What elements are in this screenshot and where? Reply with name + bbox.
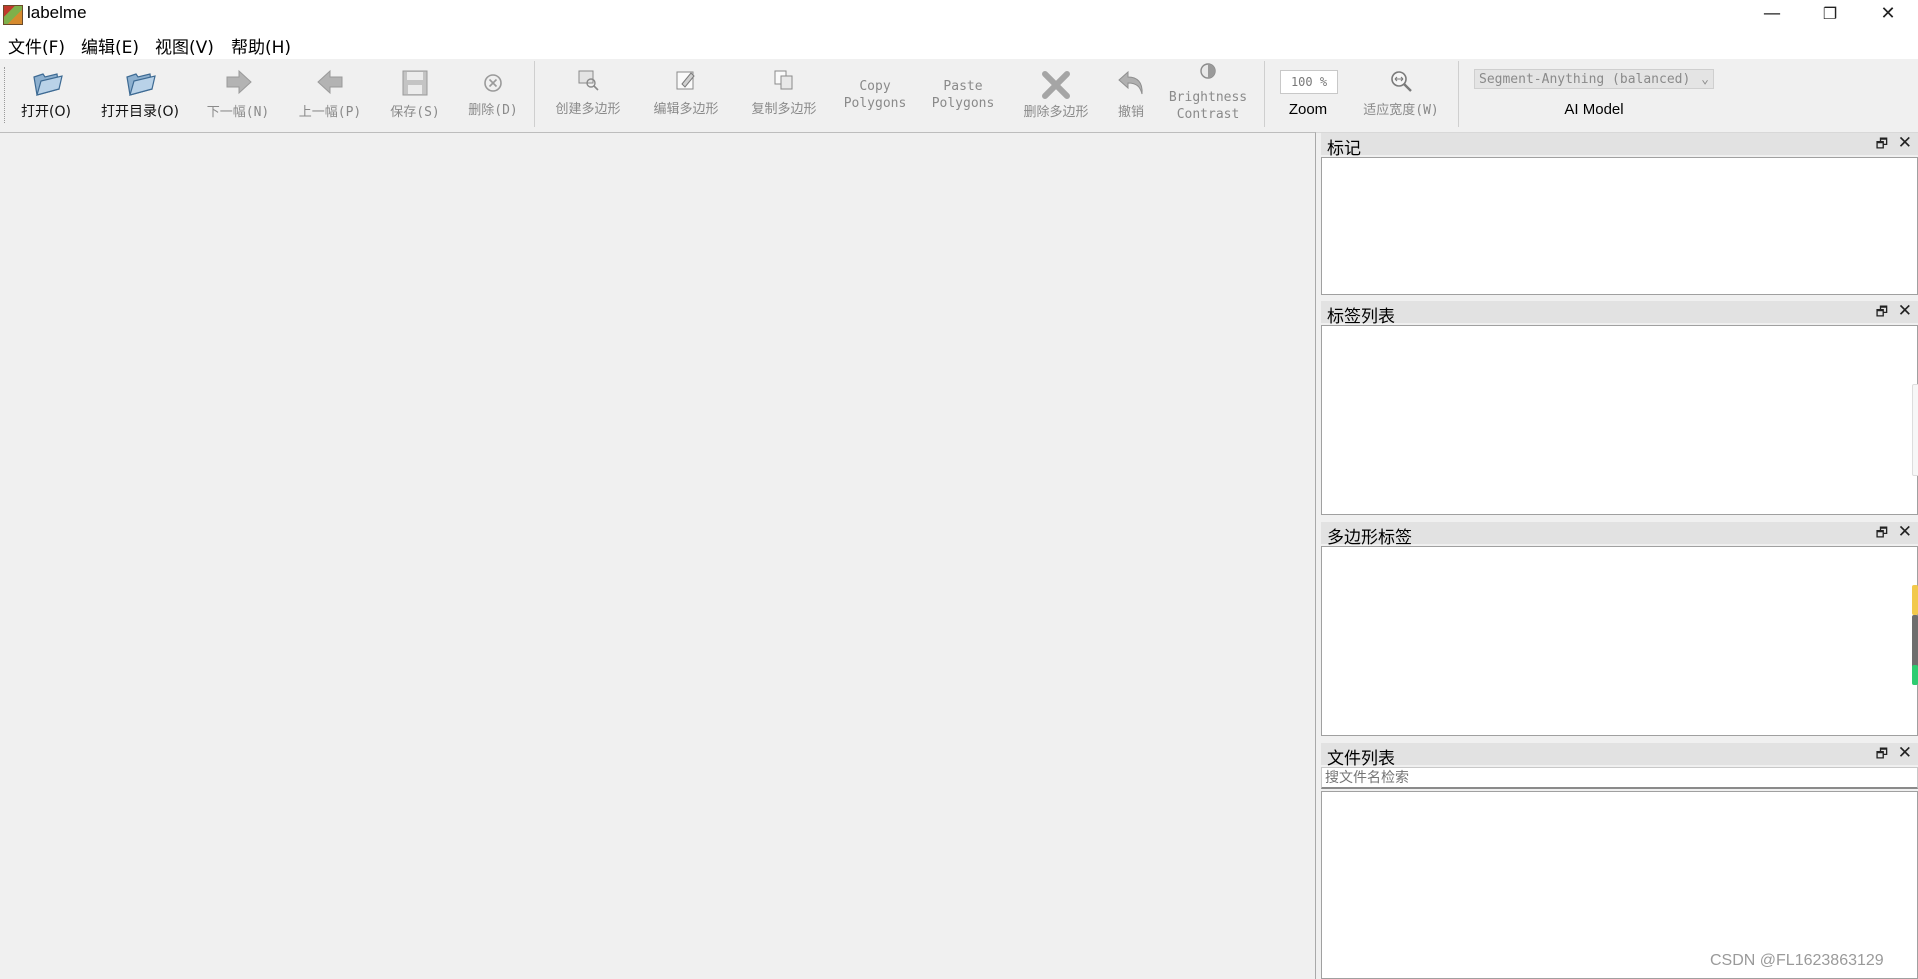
- save-label: 保存(S): [390, 105, 440, 120]
- menu-edit[interactable]: 编辑(E): [81, 33, 139, 58]
- delete-x-icon: [1042, 71, 1070, 99]
- title-bar: labelme — ❐ ✕: [0, 0, 1918, 29]
- delete-file-button[interactable]: 删除(D): [458, 59, 528, 132]
- menu-view[interactable]: 视图(V): [155, 33, 214, 58]
- folder-open-icon: [33, 73, 63, 96]
- close-window-button[interactable]: ✕: [1859, 0, 1917, 29]
- edge-widget: [1912, 384, 1918, 476]
- flags-dock: 标记 🗗 ✕: [1321, 133, 1918, 295]
- save-disk-icon: [402, 70, 428, 96]
- fit-width-label: 适应宽度(W): [1363, 103, 1439, 118]
- polygon-labels-dock-titlebar[interactable]: 多边形标签 🗗 ✕: [1321, 522, 1918, 548]
- toolbar-separator: [1458, 61, 1459, 127]
- copy-polygons-button[interactable]: Copy Polygons: [836, 59, 914, 132]
- save-button[interactable]: 保存(S): [380, 59, 450, 132]
- undo-button[interactable]: 撤销: [1108, 59, 1154, 132]
- file-list-dock-titlebar[interactable]: 文件列表 🗗 ✕: [1321, 743, 1918, 769]
- fit-width-button[interactable]: 适应宽度(W): [1356, 59, 1446, 132]
- close-dock-icon[interactable]: ✕: [1898, 133, 1912, 153]
- float-dock-icon[interactable]: 🗗: [1876, 745, 1888, 767]
- brightness-contrast-button[interactable]: Brightness Contrast: [1160, 59, 1256, 132]
- edge-widget-indicator: [1912, 665, 1918, 685]
- delete-polygons-label: 删除多边形: [1023, 105, 1089, 120]
- menu-bar: 文件(F) 编辑(E) 视图(V) 帮助(H): [0, 29, 1918, 59]
- watermark-text: CSDN @FL1623863129: [1710, 952, 1884, 969]
- minimize-button[interactable]: —: [1743, 0, 1801, 29]
- delete-circle-icon: [484, 74, 502, 92]
- ai-model-label: AI Model: [1564, 101, 1624, 118]
- restore-button[interactable]: ❐: [1801, 0, 1859, 29]
- create-polygon-icon: [578, 70, 599, 91]
- label-list-dock-title: 标签列表: [1327, 307, 1395, 327]
- close-dock-icon[interactable]: ✕: [1898, 743, 1912, 763]
- polygon-labels-dock: 多边形标签 🗗 ✕: [1321, 522, 1918, 738]
- flags-dock-title: 标记: [1327, 139, 1361, 159]
- paste-polygons-label-line1: Paste: [943, 79, 983, 94]
- folder-open-icon: [126, 73, 156, 96]
- ai-model-value: Segment-Anything (balanced): [1479, 72, 1691, 87]
- duplicate-polygons-button[interactable]: 复制多边形: [740, 59, 828, 132]
- label-list[interactable]: [1321, 325, 1918, 515]
- main-toolbar: 打开(O) 打开目录(O) 下一幅(N) 上一幅(P) 保存(S) 删除(D) …: [0, 59, 1918, 133]
- file-list-dock: 文件列表 🗗 ✕: [1321, 743, 1918, 979]
- arrow-left-icon: [317, 69, 343, 95]
- next-image-label: 下一幅(N): [206, 105, 270, 120]
- undo-arrow-icon: [1118, 70, 1143, 95]
- file-list[interactable]: [1321, 791, 1918, 979]
- brightness-label-line1: Brightness: [1168, 90, 1248, 105]
- file-list-dock-title: 文件列表: [1327, 749, 1395, 769]
- menu-help[interactable]: 帮助(H): [231, 33, 291, 58]
- toolbar-drag-handle[interactable]: [4, 67, 7, 123]
- copy-polygons-label-line2: Polygons: [843, 96, 907, 111]
- label-list-dock: 标签列表 🗗 ✕: [1321, 301, 1918, 517]
- arrow-right-icon: [226, 69, 252, 95]
- create-polygons-label: 创建多边形: [555, 102, 621, 117]
- edit-polygons-label: 编辑多边形: [653, 102, 719, 117]
- brightness-icon: [1200, 63, 1216, 79]
- fit-width-magnifier-icon: [1391, 71, 1412, 92]
- ai-model-select[interactable]: Segment-Anything (balanced) ⌄: [1474, 69, 1714, 89]
- float-dock-icon[interactable]: 🗗: [1876, 135, 1888, 157]
- polygon-labels-dock-title: 多边形标签: [1327, 528, 1412, 548]
- toolbar-separator: [1264, 61, 1265, 127]
- float-dock-icon[interactable]: 🗗: [1876, 303, 1888, 325]
- paste-polygons-label-line2: Polygons: [931, 96, 995, 111]
- copy-polygons-label-line1: Copy: [859, 79, 891, 94]
- toolbar-separator: [534, 61, 535, 127]
- edge-widget-accent: [1912, 585, 1918, 615]
- duplicate-icon: [774, 70, 793, 90]
- polygon-labels-list[interactable]: [1321, 546, 1918, 736]
- close-dock-icon[interactable]: ✕: [1898, 301, 1912, 321]
- prev-image-label: 上一幅(P): [298, 105, 362, 120]
- label-list-dock-titlebar[interactable]: 标签列表 🗗 ✕: [1321, 301, 1918, 327]
- image-canvas[interactable]: [0, 132, 1316, 979]
- window-title: labelme: [27, 3, 87, 22]
- paste-polygons-button[interactable]: Paste Polygons: [924, 59, 1002, 132]
- zoom-label: Zoom: [1288, 101, 1328, 118]
- edge-widget-bar: [1912, 615, 1918, 670]
- flags-list[interactable]: [1321, 157, 1918, 295]
- file-search-input[interactable]: [1321, 767, 1918, 789]
- delete-file-label: 删除(D): [468, 103, 518, 118]
- brightness-label-line2: Contrast: [1176, 107, 1240, 122]
- close-dock-icon[interactable]: ✕: [1898, 522, 1912, 542]
- flags-dock-titlebar[interactable]: 标记 🗗 ✕: [1321, 133, 1918, 159]
- chevron-down-icon: ⌄: [1701, 72, 1709, 87]
- delete-polygons-button[interactable]: 删除多边形: [1012, 59, 1100, 132]
- float-dock-icon[interactable]: 🗗: [1876, 524, 1888, 546]
- undo-label: 撤销: [1117, 105, 1144, 120]
- open-dir-button[interactable]: 打开目录(O): [94, 59, 186, 132]
- next-image-button[interactable]: 下一幅(N): [198, 59, 278, 132]
- create-polygons-button[interactable]: 创建多边形: [544, 59, 632, 132]
- zoom-input[interactable]: 100 %: [1280, 70, 1338, 94]
- menu-file[interactable]: 文件(F): [8, 33, 65, 58]
- prev-image-button[interactable]: 上一幅(P): [290, 59, 370, 132]
- edit-pencil-icon: [676, 71, 695, 90]
- labelme-app-icon: [3, 5, 23, 25]
- open-label: 打开(O): [21, 104, 71, 120]
- duplicate-polygons-label: 复制多边形: [751, 102, 817, 117]
- open-button[interactable]: 打开(O): [14, 59, 78, 132]
- edit-polygons-button[interactable]: 编辑多边形: [642, 59, 730, 132]
- open-dir-label: 打开目录(O): [101, 104, 179, 120]
